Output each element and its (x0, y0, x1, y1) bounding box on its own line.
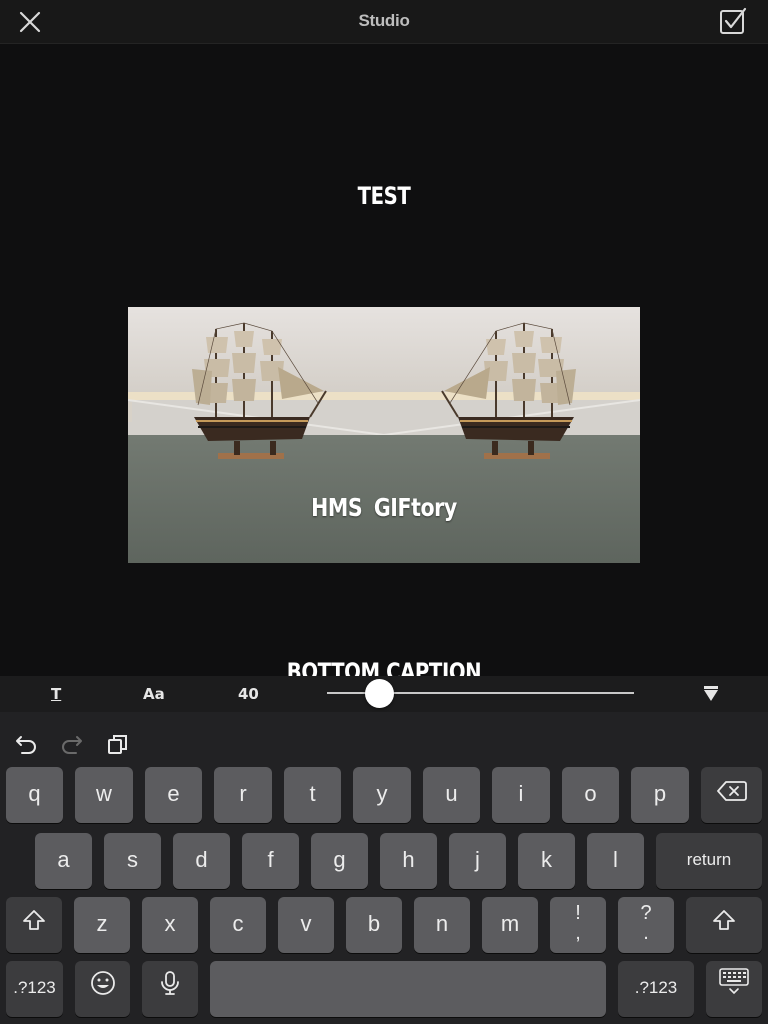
key-k[interactable]: k (518, 833, 575, 889)
key-v[interactable]: v (278, 897, 334, 953)
key-question-period[interactable]: ? . (618, 897, 674, 953)
numbers-key-left[interactable]: .?123 (6, 961, 63, 1017)
key-o[interactable]: o (562, 767, 619, 823)
key-s[interactable]: s (104, 833, 161, 889)
key-c[interactable]: c (210, 897, 266, 953)
key-t[interactable]: t (284, 767, 341, 823)
key-top-char: ? (640, 902, 652, 924)
space-bar[interactable] (210, 961, 606, 1017)
paste-icon[interactable] (106, 732, 130, 756)
checkbox-checked-icon[interactable] (718, 6, 748, 36)
key-x[interactable]: x (142, 897, 198, 953)
shift-icon (712, 898, 736, 952)
onscreen-keyboard: q w e r t y u i o p a s d f g h j k l re… (0, 712, 768, 1024)
microphone-key[interactable] (142, 961, 198, 1017)
key-p[interactable]: p (631, 767, 689, 823)
key-w[interactable]: w (75, 767, 133, 823)
key-b[interactable]: b (346, 897, 402, 953)
undo-icon[interactable] (14, 732, 38, 756)
top-caption[interactable]: TEST (69, 182, 699, 210)
backspace-key[interactable] (701, 767, 762, 823)
emoji-key[interactable] (75, 961, 130, 1017)
emoji-icon (90, 962, 116, 1016)
numbers-key-right[interactable]: .?123 (618, 961, 694, 1017)
key-a[interactable]: a (35, 833, 92, 889)
triangle-down-icon[interactable] (702, 685, 720, 703)
shift-key-left[interactable] (6, 897, 62, 953)
page-title: Studio (358, 11, 410, 30)
key-top-char: ! (575, 902, 581, 924)
key-i[interactable]: i (492, 767, 550, 823)
gif-preview-image: HMS GIFtory (128, 307, 640, 563)
keyboard-dismiss-icon (719, 962, 749, 1016)
key-m[interactable]: m (482, 897, 538, 953)
backspace-icon (716, 768, 747, 822)
key-y[interactable]: y (353, 767, 411, 823)
key-r[interactable]: r (214, 767, 272, 823)
keyboard-dismiss-key[interactable] (706, 961, 762, 1017)
font-size-value: 40 (238, 685, 259, 703)
navigation-bar: Studio (0, 0, 768, 44)
redo-icon[interactable] (60, 732, 84, 756)
slider-thumb[interactable] (365, 679, 394, 708)
key-n[interactable]: n (414, 897, 470, 953)
font-button[interactable]: Aa (143, 685, 165, 703)
shift-key-right[interactable] (686, 897, 762, 953)
key-d[interactable]: d (173, 833, 230, 889)
image-caption[interactable]: HMS GIFtory (174, 493, 594, 522)
key-f[interactable]: f (242, 833, 299, 889)
bottom-caption[interactable]: BOTTOM CAPTION (69, 658, 699, 676)
key-exclamation-comma[interactable]: ! , (550, 897, 606, 953)
key-z[interactable]: z (74, 897, 130, 953)
key-g[interactable]: g (311, 833, 368, 889)
key-h[interactable]: h (380, 833, 437, 889)
microphone-icon (160, 962, 180, 1016)
key-bottom-char: , (575, 922, 581, 944)
key-e[interactable]: e (145, 767, 202, 823)
shift-icon (22, 898, 46, 952)
return-key[interactable]: return (656, 833, 762, 889)
text-style-button[interactable]: T (51, 685, 61, 703)
key-l[interactable]: l (587, 833, 644, 889)
key-j[interactable]: j (449, 833, 506, 889)
key-bottom-char: . (643, 922, 649, 944)
key-q[interactable]: q (6, 767, 63, 823)
text-toolbar: T Aa 40 (0, 676, 768, 712)
key-u[interactable]: u (423, 767, 480, 823)
